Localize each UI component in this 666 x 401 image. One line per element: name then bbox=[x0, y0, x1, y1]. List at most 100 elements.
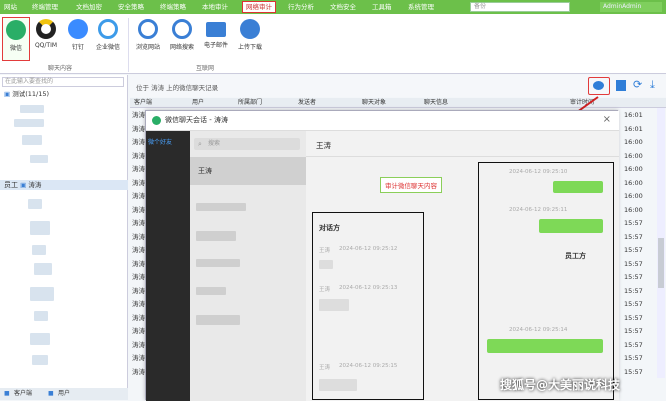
user-account-menu[interactable]: AdminAdmin bbox=[600, 2, 662, 12]
tree-node-selected[interactable]: 员工 ▣ 涛涛 bbox=[0, 180, 128, 190]
email-icon bbox=[206, 22, 226, 37]
nav-item-2[interactable]: 文档加密 bbox=[76, 2, 102, 12]
row-time-cell[interactable]: 16:00 bbox=[624, 137, 643, 147]
col-dept[interactable]: 所属部门 bbox=[238, 98, 262, 108]
blurred-node bbox=[20, 105, 44, 113]
nav-item-7[interactable]: 行为分析 bbox=[288, 2, 314, 12]
nav-item-1[interactable]: 终端管理 bbox=[32, 2, 58, 12]
row-time-cell[interactable]: 15:57 bbox=[624, 272, 643, 282]
col-client[interactable]: 客户端 bbox=[134, 98, 152, 108]
tree-search-input[interactable]: 在此输入要查找的 bbox=[2, 77, 124, 87]
row-time-cell[interactable]: 16:00 bbox=[624, 151, 643, 161]
friends-tab[interactable]: 微个好友 bbox=[148, 137, 172, 146]
group-label-chat: 聊天内容 bbox=[48, 65, 73, 72]
row-time-cell[interactable]: 15:57 bbox=[624, 326, 643, 336]
ribbon-divider bbox=[128, 18, 129, 72]
nav-item-6[interactable]: 网络审计 bbox=[242, 1, 276, 13]
computer-icon: ▣ bbox=[20, 181, 27, 189]
blurred-node bbox=[30, 333, 50, 345]
chat-view-button[interactable] bbox=[588, 77, 610, 95]
contact-item-selected[interactable]: 王涛 bbox=[190, 157, 306, 185]
upload-download-button[interactable]: 上传下载 bbox=[236, 17, 264, 61]
row-time-cell[interactable]: 15:57 bbox=[624, 367, 643, 377]
chat-sidebar: 微个好友 bbox=[146, 131, 190, 401]
group-icon: ▣ bbox=[4, 90, 11, 98]
tree-root-node[interactable]: ▣ 测试(11/15) bbox=[0, 89, 128, 99]
email-button[interactable]: 电子邮件 bbox=[202, 17, 230, 61]
col-contact[interactable]: 聊天对象 bbox=[362, 98, 386, 108]
export-icon[interactable] bbox=[616, 80, 626, 91]
web-search-button[interactable]: 网络搜索 bbox=[168, 17, 196, 61]
chat-header: 王涛 bbox=[306, 131, 619, 157]
message-bubble[interactable] bbox=[487, 339, 603, 353]
row-time-cell[interactable]: 16:00 bbox=[624, 178, 643, 188]
row-time-cell[interactable]: 16:01 bbox=[624, 124, 643, 134]
refresh-icon[interactable]: ⟳ bbox=[633, 78, 642, 91]
message-bubble[interactable] bbox=[553, 181, 603, 193]
dingtalk-button[interactable]: 钉钉 bbox=[64, 17, 92, 61]
col-message[interactable]: 聊天信息 bbox=[424, 98, 448, 108]
qq-tim-button[interactable]: QQ/TIM bbox=[32, 17, 60, 61]
blurred-node bbox=[32, 355, 48, 365]
contact-search-input[interactable]: 搜索 bbox=[194, 138, 300, 150]
row-time-cell[interactable]: 15:57 bbox=[624, 286, 643, 296]
main-header: 位于 涛涛 上的微信聊天记录 ⟳ ⤓ bbox=[130, 75, 666, 97]
annotation-employee-box: 2024-06-12 09:25:10 2024-06-12 09:25:11 … bbox=[478, 162, 614, 400]
blurred-node bbox=[14, 119, 44, 127]
table-scrollbar[interactable] bbox=[657, 108, 665, 378]
contact-item[interactable] bbox=[196, 315, 240, 325]
tab-client[interactable]: 客户端 bbox=[14, 388, 32, 400]
contact-item[interactable] bbox=[196, 203, 246, 211]
row-time-cell[interactable]: 16:00 bbox=[624, 191, 643, 201]
contact-item[interactable] bbox=[196, 287, 226, 295]
row-time-cell[interactable]: 15:57 bbox=[624, 259, 643, 269]
row-time-cell[interactable]: 15:57 bbox=[624, 299, 643, 309]
row-time-cell[interactable]: 15:57 bbox=[624, 340, 643, 350]
col-user[interactable]: 用户 bbox=[192, 98, 204, 108]
row-time-cell[interactable]: 15:57 bbox=[624, 353, 643, 363]
message-bubble[interactable] bbox=[319, 299, 349, 311]
row-time-cell[interactable]: 15:57 bbox=[624, 218, 643, 228]
row-time-cell[interactable]: 15:57 bbox=[624, 313, 643, 323]
nav-item-9[interactable]: 工具箱 bbox=[372, 2, 392, 12]
message-bubble[interactable] bbox=[319, 379, 357, 391]
message-time: 2024-06-12 09:25:10 bbox=[509, 169, 568, 175]
chat-contact-name: 王涛 bbox=[316, 141, 331, 150]
tab-user[interactable]: 用户 bbox=[58, 388, 70, 400]
group-label-internet: 互联网 bbox=[196, 65, 215, 72]
nav-item-3[interactable]: 安全策略 bbox=[118, 2, 144, 12]
qq-icon bbox=[36, 19, 56, 39]
wechat-button[interactable]: 微信 bbox=[2, 17, 30, 61]
contact-item[interactable] bbox=[196, 259, 240, 267]
download-icon[interactable]: ⤓ bbox=[650, 78, 655, 92]
message-bubble[interactable] bbox=[319, 260, 333, 269]
annotation-employee-party: 员工方 bbox=[565, 252, 586, 260]
message-time: 2024-06-12 09:25:15 bbox=[339, 363, 398, 369]
browse-websites-button[interactable]: 浏览网站 bbox=[134, 17, 162, 61]
chat-message-pane: 王涛 审计微信聊天内容 对话方 王涛 2024-06-12 09:25:12 王… bbox=[306, 131, 619, 401]
contact-item[interactable] bbox=[196, 231, 236, 241]
row-time-cell[interactable]: 15:57 bbox=[624, 232, 643, 242]
top-search-input[interactable]: 备份 bbox=[470, 2, 570, 12]
nav-item-5[interactable]: 本地审计 bbox=[202, 2, 228, 12]
nav-item-4[interactable]: 终端策略 bbox=[160, 2, 186, 12]
nav-item-10[interactable]: 系统管理 bbox=[408, 2, 434, 12]
row-time-cell[interactable]: 15:57 bbox=[624, 245, 643, 255]
scrollbar-thumb[interactable] bbox=[658, 238, 664, 288]
message-bubble[interactable] bbox=[539, 219, 603, 233]
browser-icon bbox=[138, 19, 158, 39]
row-time-cell[interactable]: 16:00 bbox=[624, 205, 643, 215]
message-sender: 王涛 bbox=[319, 287, 331, 293]
client-tab-icon: ■ bbox=[4, 390, 10, 397]
wecom-button[interactable]: 企业微信 bbox=[94, 17, 122, 61]
nav-item-8[interactable]: 文档安全 bbox=[330, 2, 356, 12]
search-globe-icon bbox=[172, 19, 192, 39]
nav-item-0[interactable]: 网站 bbox=[4, 2, 17, 12]
message-time: 2024-06-12 09:25:13 bbox=[339, 285, 398, 291]
ribbon-toolbar: 微信 QQ/TIM 钉钉 企业微信 浏览网站 网络搜索 电子邮件 上传下载 聊天… bbox=[0, 14, 666, 74]
col-sender[interactable]: 发送者 bbox=[298, 98, 316, 108]
wechat-icon bbox=[6, 20, 26, 40]
row-time-cell[interactable]: 16:01 bbox=[624, 110, 643, 120]
row-time-cell[interactable]: 16:00 bbox=[624, 164, 643, 174]
close-icon[interactable]: × bbox=[603, 114, 611, 125]
